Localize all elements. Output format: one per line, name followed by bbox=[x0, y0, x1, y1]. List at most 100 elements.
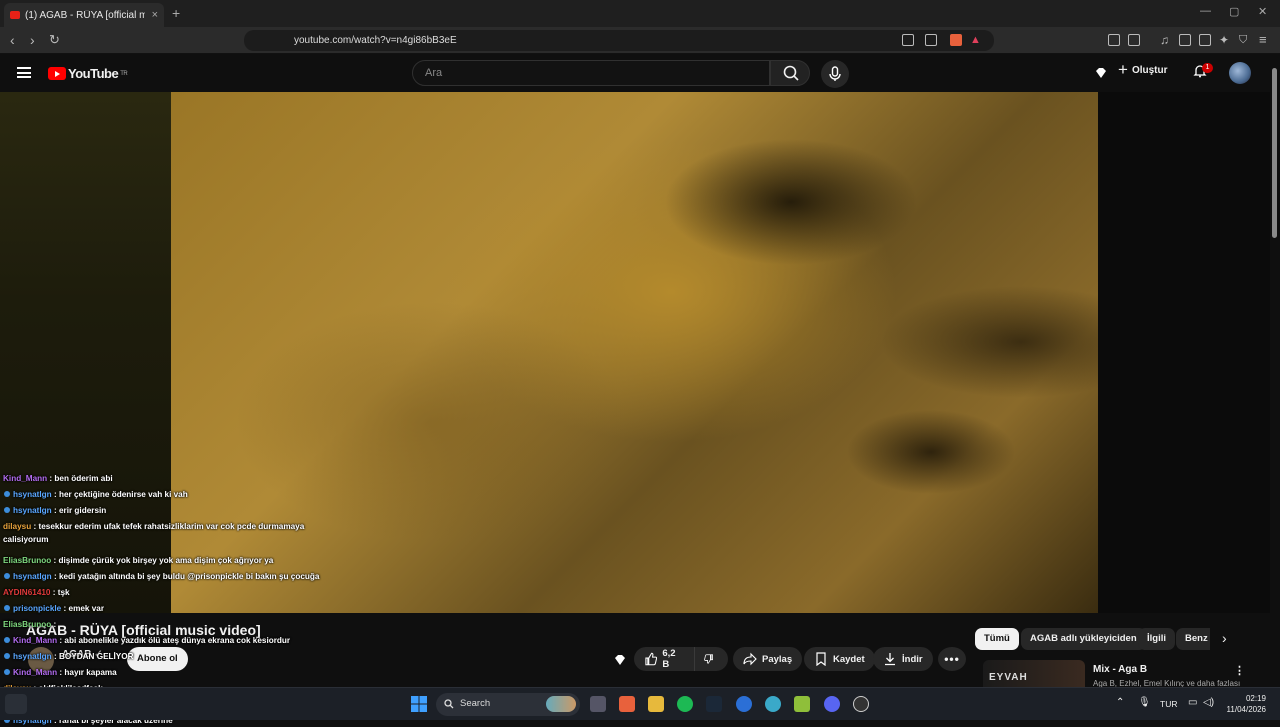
minimize-icon[interactable]: — bbox=[1200, 5, 1211, 17]
chips-next-chevron-icon[interactable]: › bbox=[1222, 630, 1227, 646]
chat-text: : her çektiğine ödenirse vah ki vah bbox=[51, 490, 188, 499]
extensions-icon[interactable] bbox=[1108, 34, 1120, 46]
app-green-icon[interactable] bbox=[794, 696, 810, 712]
like-button[interactable]: 6,2 B bbox=[634, 647, 694, 671]
share-page-icon[interactable] bbox=[925, 34, 937, 46]
chat-text: : tşk bbox=[50, 588, 70, 597]
chat-username[interactable]: dilaysu bbox=[3, 522, 31, 531]
tray-mic-icon[interactable]: 🎙︎ bbox=[1138, 697, 1151, 708]
chat-message: Kind_Mann : abi abonelikle yazdık ölü at… bbox=[3, 634, 323, 647]
back-arrow-icon[interactable]: ‹ bbox=[10, 31, 15, 49]
account-avatar[interactable] bbox=[1229, 62, 1251, 84]
wallet-icon[interactable] bbox=[1199, 34, 1211, 46]
address-bar[interactable]: youtube.com/watch?v=n4gi86bB3eE bbox=[244, 30, 994, 51]
create-button[interactable]: + Oluştur bbox=[1118, 60, 1168, 79]
bookmark-save-icon bbox=[816, 652, 826, 666]
thumbs-up-icon bbox=[645, 652, 658, 666]
chat-message: Kind_Mann : ben öderim abi bbox=[3, 472, 323, 485]
chat-message: hsynatlgn : erir gidersin bbox=[3, 504, 323, 517]
dislike-button[interactable] bbox=[694, 647, 728, 671]
voice-search-button[interactable] bbox=[821, 60, 849, 88]
premium-diamond-icon[interactable] bbox=[1094, 66, 1108, 80]
chat-username[interactable]: hsynatlgn bbox=[13, 572, 52, 581]
vpn-shield-icon[interactable]: ⛉ bbox=[1239, 31, 1247, 49]
browser-tab[interactable]: (1) AGAB - RÜYA [official music video] × bbox=[4, 3, 164, 27]
close-tab-icon[interactable]: × bbox=[152, 9, 158, 21]
taskbar-search-label: Search bbox=[460, 698, 491, 709]
browser-menu-icon[interactable]: ≡ bbox=[1259, 31, 1267, 49]
chat-username[interactable]: EliasBrunoo bbox=[3, 556, 51, 565]
chat-text: : tesekkur ederim ufak tefek rahatsizlik… bbox=[3, 522, 305, 544]
share-button[interactable]: Paylaş bbox=[733, 647, 803, 671]
chat-text: : bbox=[51, 620, 57, 629]
network-icon[interactable]: ▭ bbox=[1188, 697, 1197, 708]
chat-username[interactable]: EliasBrunoo bbox=[3, 620, 51, 629]
chat-text: : kedi yatağın altında bi şey buldu @pri… bbox=[51, 572, 320, 581]
taskbar-clock[interactable]: 02:19 11/04/2026 bbox=[1227, 693, 1266, 715]
app-blue-icon[interactable] bbox=[736, 696, 752, 712]
recommended-thumbnail[interactable]: EYVAH bbox=[983, 660, 1085, 687]
recommended-title[interactable]: Mix - Aga B bbox=[1093, 664, 1147, 675]
obs-icon[interactable] bbox=[853, 696, 869, 712]
brave-taskbar-icon[interactable] bbox=[619, 696, 635, 712]
share-label: Paylaş bbox=[762, 653, 793, 665]
brave-shield-icon[interactable] bbox=[950, 34, 962, 46]
windows-start-icon[interactable] bbox=[411, 696, 427, 712]
app-cyan-icon[interactable] bbox=[765, 696, 781, 712]
cast-icon[interactable] bbox=[902, 34, 914, 46]
premium-jewel-icon[interactable] bbox=[613, 653, 627, 667]
tray-overflow-chevron-icon[interactable]: ⌃ bbox=[1116, 697, 1124, 708]
input-language[interactable]: TUR bbox=[1160, 699, 1177, 709]
download-button[interactable]: İndir bbox=[873, 647, 933, 671]
steam-icon[interactable] bbox=[706, 696, 722, 712]
chip-related[interactable]: İlgili bbox=[1138, 628, 1175, 650]
taskbar-search[interactable]: Search bbox=[436, 693, 580, 716]
hamburger-menu-icon[interactable] bbox=[17, 67, 31, 78]
media-icon[interactable]: ♫ bbox=[1160, 31, 1169, 49]
chat-message: EliasBrunoo : dişimde çürük yok birşey y… bbox=[3, 554, 323, 567]
page-scrollbar[interactable] bbox=[1270, 54, 1280, 687]
chat-badge-icon bbox=[4, 669, 10, 675]
taskbar-search-icon bbox=[444, 699, 454, 709]
maximize-icon[interactable]: ▢ bbox=[1229, 5, 1239, 18]
chat-message: Kind_Mann : hayır kapama bbox=[3, 666, 323, 679]
clock-date: 11/04/2026 bbox=[1226, 705, 1266, 714]
chat-username[interactable]: AYDIN61410 bbox=[3, 588, 51, 597]
forward-arrow-icon[interactable]: › bbox=[30, 31, 35, 49]
sidebar-icon[interactable] bbox=[1179, 34, 1191, 46]
chat-username[interactable]: Kind_Mann bbox=[13, 636, 57, 645]
chat-badge-icon bbox=[4, 605, 10, 611]
chat-username[interactable]: prisonpickle bbox=[13, 604, 61, 613]
discord-icon[interactable] bbox=[824, 696, 840, 712]
chip-similar[interactable]: Benz bbox=[1176, 628, 1210, 650]
chat-username[interactable]: hsynatlgn bbox=[13, 506, 52, 515]
more-actions-button[interactable]: ••• bbox=[938, 647, 966, 671]
spotify-icon[interactable] bbox=[677, 696, 693, 712]
chat-username[interactable]: hsynatlgn bbox=[13, 490, 52, 499]
file-explorer-icon[interactable] bbox=[648, 696, 664, 712]
chat-username[interactable]: Kind_Mann bbox=[3, 474, 47, 483]
download-label: İndir bbox=[902, 653, 923, 665]
notification-badge: 1 bbox=[1202, 63, 1213, 73]
save-button[interactable]: Kaydet bbox=[804, 647, 875, 671]
chip-from-uploader[interactable]: AGAB adlı yükleyiciden bbox=[1021, 628, 1146, 650]
chat-username[interactable]: hsynatlgn bbox=[13, 652, 52, 661]
chat-username[interactable]: Kind_Mann bbox=[13, 668, 57, 677]
plus-icon: + bbox=[1118, 60, 1128, 79]
scrollbar-thumb[interactable] bbox=[1272, 68, 1277, 238]
screenshot-icon[interactable] bbox=[1128, 34, 1140, 46]
search-button[interactable] bbox=[770, 60, 810, 86]
volume-icon[interactable]: ◁) bbox=[1203, 697, 1214, 708]
youtube-logo-text: YouTube bbox=[68, 66, 119, 81]
reload-icon[interactable]: ↻ bbox=[49, 31, 60, 49]
youtube-logo[interactable]: YouTube TR bbox=[48, 66, 128, 81]
chip-all[interactable]: Tümü bbox=[975, 628, 1019, 650]
brave-rewards-icon[interactable]: ▲ bbox=[970, 31, 981, 49]
task-view-icon[interactable] bbox=[590, 696, 606, 712]
window-close-icon[interactable]: ✕ bbox=[1258, 5, 1267, 18]
widgets-icon[interactable] bbox=[5, 694, 27, 714]
search-input[interactable]: Ara bbox=[412, 60, 770, 86]
recommended-menu-icon[interactable]: ⋮ bbox=[1234, 664, 1245, 677]
new-tab-button[interactable]: + bbox=[172, 5, 180, 21]
leo-ai-icon[interactable]: ✦ bbox=[1219, 31, 1229, 49]
